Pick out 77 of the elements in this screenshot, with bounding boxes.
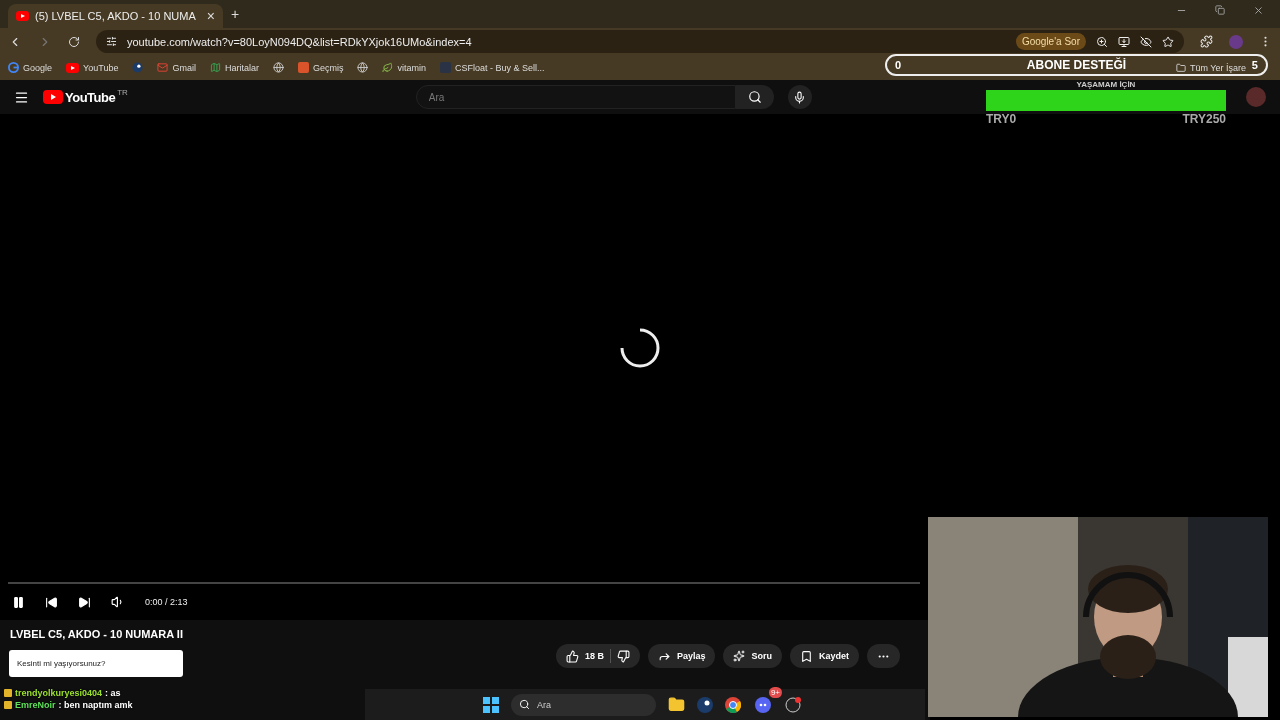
bookmark-link[interactable]: YouTube	[83, 62, 119, 73]
mic-icon	[793, 90, 807, 104]
donation-max: TRY250	[1182, 112, 1226, 126]
youtube-icon	[16, 11, 29, 21]
folder-icon[interactable]	[668, 696, 685, 713]
mail-icon	[157, 62, 169, 73]
restore-icon[interactable]	[1215, 4, 1225, 16]
next-icon[interactable]	[78, 595, 91, 609]
bookmark-link[interactable]: vitamin	[397, 62, 426, 73]
steam-icon	[132, 62, 144, 73]
sparkle-icon	[733, 650, 746, 662]
star-icon[interactable]	[1162, 35, 1174, 48]
chat-username: EmreNoir	[15, 700, 56, 710]
chrome-icon[interactable]	[725, 696, 741, 713]
bookmark-link[interactable]: Geçmiş	[312, 62, 344, 73]
search-button[interactable]	[735, 85, 774, 109]
pause-icon[interactable]	[12, 595, 25, 609]
video-title: LVBEL C5, AKDO - 10 NUMARA II	[10, 628, 184, 640]
goal-start: 0	[895, 59, 902, 71]
bookmark-link[interactable]: CSFloat - Buy & Sell...	[454, 62, 545, 73]
reload-icon[interactable]	[68, 35, 80, 48]
search-icon	[747, 90, 762, 104]
google-icon	[8, 62, 19, 73]
browser-tab[interactable]: (5) LVBEL C5, AKDO - 10 NUMA ×	[8, 4, 223, 28]
tab-title: (5) LVBEL C5, AKDO - 10 NUMA	[35, 10, 197, 22]
map-pin-icon	[209, 62, 221, 73]
loading-spinner-icon	[619, 327, 661, 369]
chat-message: : as	[105, 688, 121, 698]
steam-icon[interactable]	[697, 696, 713, 713]
install-icon[interactable]	[1118, 35, 1130, 48]
chat-message: : ben naptım amk	[58, 700, 133, 710]
action-button[interactable]: Paylaş	[647, 644, 716, 668]
url-text: youtube.com/watch?v=80LoyN094DQ&list=RDkYXjok16UMo&index=4	[127, 35, 473, 48]
donation-min: TRY0	[986, 112, 1017, 126]
notification-badge: 9+	[768, 686, 782, 698]
goal-end: 5	[1251, 59, 1258, 71]
globe-icon	[357, 62, 369, 73]
close-icon[interactable]	[1253, 4, 1264, 16]
site-settings-icon[interactable]	[106, 36, 117, 47]
leaf-icon	[382, 62, 394, 73]
play-logo-icon	[43, 90, 63, 104]
search-icon	[519, 698, 530, 710]
menu-icon[interactable]	[14, 89, 29, 105]
ask-google-button[interactable]: Google'a Sor	[1015, 33, 1086, 50]
obs-icon[interactable]	[785, 696, 801, 713]
youtube-icon	[66, 62, 80, 73]
bookmark-link[interactable]: Gmail	[172, 62, 196, 73]
logo-text: YouTube	[65, 89, 116, 105]
windows-start-icon[interactable]	[483, 696, 499, 713]
taskbar-search-field[interactable]: Ara	[511, 693, 656, 716]
thumbs-down-icon[interactable]	[616, 649, 630, 663]
search-field[interactable]: Ara	[415, 85, 736, 109]
folder-icon	[1175, 62, 1186, 73]
country-code: TR	[117, 87, 128, 97]
action-button[interactable]: Soru	[723, 644, 782, 668]
tab-close-button[interactable]: ×	[206, 8, 215, 24]
address-bar[interactable]: youtube.com/watch?v=80LoyN094DQ&list=RDkYXjok16UMo&index=4 Google'a Sor	[96, 30, 1184, 53]
popup-message: Kesinti mi yaşıyorsunuz?	[9, 650, 183, 677]
bookmark-link[interactable]: Google	[23, 62, 53, 73]
eye-off-icon[interactable]	[1140, 35, 1152, 48]
chat-username: trendyolkuryesi0404	[15, 688, 103, 698]
donation-caption: YAŞAMAM İÇİN	[1076, 80, 1136, 89]
action-button[interactable]: 18 B	[555, 644, 640, 668]
globe-icon	[272, 62, 284, 73]
previous-icon[interactable]	[45, 595, 58, 609]
bookmark-icon	[800, 649, 813, 663]
bookmark-link[interactable]: Haritalar	[224, 62, 259, 73]
new-tab-button[interactable]: +	[231, 6, 240, 22]
goal-title: ABONE DESTEĞİ	[1026, 58, 1127, 72]
extensions-icon[interactable]	[1200, 35, 1213, 48]
time-display: 0:00 / 2:13	[145, 597, 188, 607]
zoom-icon[interactable]	[1096, 35, 1108, 48]
mic-button[interactable]	[787, 85, 812, 109]
action-button[interactable]: Kaydet	[790, 644, 859, 668]
all-bookmarks-link[interactable]: Tüm Yer İşare	[1189, 62, 1246, 73]
thumbs-up-icon	[565, 649, 579, 663]
discord-icon[interactable]	[755, 696, 771, 713]
